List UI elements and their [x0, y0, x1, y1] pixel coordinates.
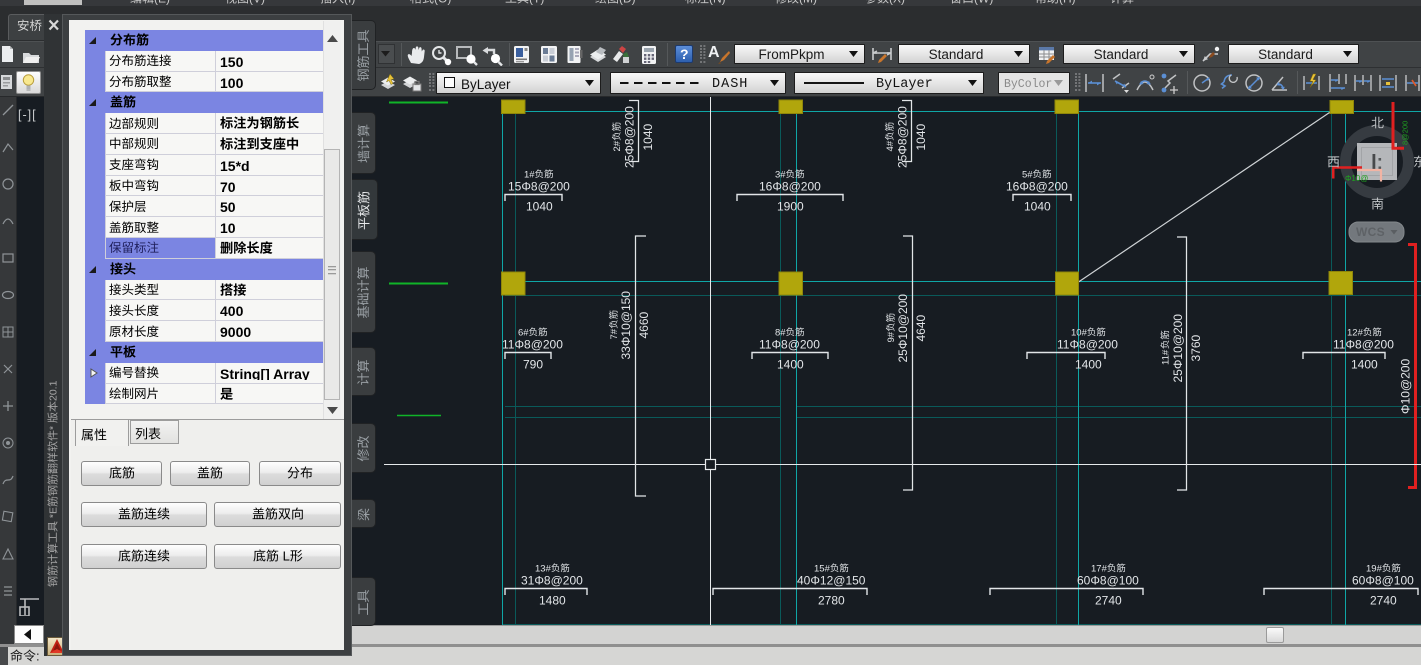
svg-text:4660: 4660	[638, 311, 651, 338]
svg-text:3760: 3760	[1190, 334, 1203, 361]
svg-text:2#: 2#	[612, 140, 622, 151]
svg-text:2740: 2740	[1370, 594, 1397, 607]
svg-text:1480: 1480	[539, 594, 566, 607]
svg-text:70: 70	[220, 179, 236, 193]
svg-text:20.1: 20.1	[48, 380, 59, 401]
svg-text:8@200: 8@200	[1401, 121, 1409, 145]
svg-text:10: 10	[220, 220, 236, 234]
svg-text:Φ10@200: Φ10@200	[1399, 358, 1412, 413]
svg-text:6#: 6#	[518, 327, 529, 337]
svg-text:11#: 11#	[1160, 349, 1170, 365]
svg-text:15#: 15#	[814, 563, 831, 573]
svg-text:790: 790	[523, 358, 543, 371]
svg-text:13#: 13#	[535, 563, 552, 573]
svg-text:8#: 8#	[775, 327, 786, 337]
svg-text:2780: 2780	[818, 594, 845, 607]
svg-text:3#: 3#	[775, 169, 786, 179]
svg-text:4640: 4640	[915, 314, 928, 341]
svg-text:String[] Array: String[] Array	[220, 366, 310, 380]
svg-text:9000: 9000	[220, 324, 251, 338]
svg-text:11Φ8@200: 11Φ8@200	[1333, 338, 1394, 351]
svg-text:60Φ8@100: 60Φ8@100	[1077, 574, 1139, 587]
svg-text:2740: 2740	[1095, 594, 1122, 607]
svg-text:1400: 1400	[1075, 358, 1102, 371]
svg-text:400: 400	[220, 304, 244, 318]
svg-text:1040: 1040	[1024, 200, 1051, 213]
svg-text:15*d: 15*d	[220, 158, 250, 172]
svg-text:60Φ8@100: 60Φ8@100	[1352, 574, 1414, 587]
svg-text:7#: 7#	[609, 328, 619, 339]
svg-text:1040: 1040	[526, 200, 553, 213]
svg-text:40Φ12@150: 40Φ12@150	[797, 574, 866, 587]
svg-text:1040: 1040	[641, 123, 654, 150]
svg-text:15Φ8@200: 15Φ8@200	[508, 180, 570, 193]
svg-text:1400: 1400	[777, 358, 804, 371]
svg-text:10#: 10#	[1071, 327, 1088, 337]
svg-text::: :	[36, 649, 40, 663]
svg-text:17#: 17#	[1091, 563, 1108, 573]
svg-text:16Φ8@200: 16Φ8@200	[1006, 180, 1068, 193]
svg-text:9#: 9#	[886, 331, 896, 342]
svg-text:11Φ8@200: 11Φ8@200	[759, 338, 820, 351]
svg-text:5#: 5#	[1022, 169, 1033, 179]
svg-text:1400: 1400	[1351, 358, 1378, 371]
svg-text:1900: 1900	[777, 200, 804, 213]
svg-text:1040: 1040	[914, 123, 927, 150]
svg-text:Φ10@: Φ10@	[1345, 174, 1368, 183]
svg-text:1#: 1#	[524, 169, 535, 179]
svg-text:33Φ10@150: 33Φ10@150	[619, 290, 632, 359]
svg-text:150: 150	[220, 54, 244, 68]
svg-text:31Φ8@200: 31Φ8@200	[521, 574, 583, 587]
svg-text:16Φ8@200: 16Φ8@200	[759, 180, 821, 193]
svg-text:50: 50	[220, 200, 236, 214]
svg-text:25Φ10@200: 25Φ10@200	[1171, 313, 1184, 382]
svg-text:12#: 12#	[1347, 327, 1364, 337]
svg-text:L: L	[279, 549, 290, 563]
svg-text:100: 100	[220, 75, 244, 89]
svg-text:*: *	[48, 423, 59, 430]
svg-text:25Φ10@200: 25Φ10@200	[896, 293, 909, 362]
svg-text:25Φ8@200: 25Φ8@200	[623, 105, 636, 167]
svg-text:11Φ8@200: 11Φ8@200	[1057, 338, 1118, 351]
svg-text:11Φ8@200: 11Φ8@200	[502, 338, 563, 351]
svg-text:25Φ8@200: 25Φ8@200	[896, 105, 909, 167]
svg-text:19#: 19#	[1366, 563, 1383, 573]
svg-text:4#: 4#	[885, 140, 895, 151]
svg-text:*E: *E	[48, 507, 59, 521]
